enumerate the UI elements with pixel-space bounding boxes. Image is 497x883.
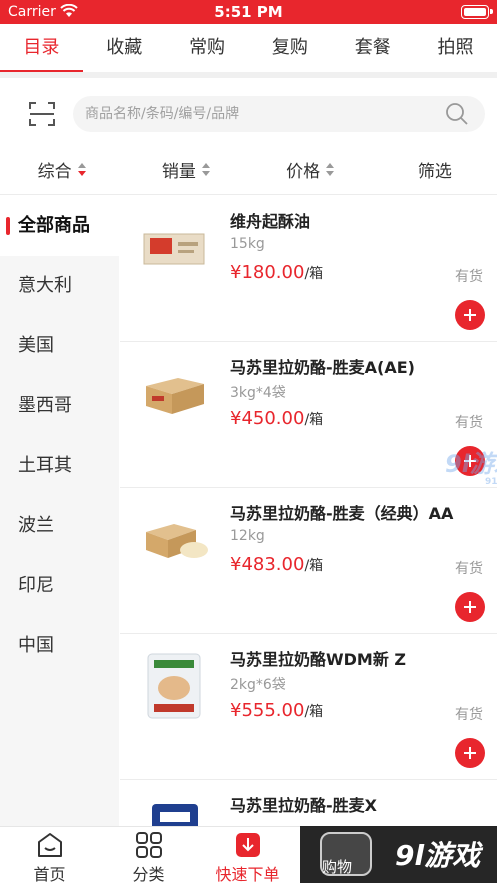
search-icon[interactable]	[445, 102, 469, 130]
grid-icon	[135, 832, 162, 858]
price-unit: /箱	[304, 266, 324, 282]
product-spec: 2kg*6袋	[230, 677, 286, 693]
product-item[interactable]: 维舟起酥油 15kg ¥180.00/箱 有货	[120, 196, 497, 342]
category-item-turkey[interactable]: 土耳其	[0, 436, 119, 496]
price-value: ¥483.00	[230, 554, 305, 575]
nav-quick-order[interactable]: 快速下单	[198, 827, 297, 883]
product-image	[138, 794, 210, 826]
watermark-sub: 91danji.com	[485, 477, 497, 487]
sort-arrows-icon	[326, 163, 335, 177]
status-bar: Carrier 5:51 PM	[0, 0, 497, 24]
search-bar[interactable]	[73, 96, 485, 132]
price-unit: /箱	[304, 558, 324, 574]
product-name: 马苏里拉奶酪-胜麦（经典）AA	[230, 504, 454, 523]
sort-price[interactable]: 价格	[249, 150, 373, 194]
sort-bar: 综合 销量 价格 筛选	[0, 150, 497, 194]
product-image	[138, 648, 210, 720]
stock-status: 有货	[455, 707, 483, 723]
clock: 5:51 PM	[214, 3, 283, 21]
top-tabs: 目录 收藏 常购 复购 套餐 拍照	[0, 24, 497, 74]
sort-comprehensive[interactable]: 综合	[0, 150, 124, 194]
filter-label: 筛选	[417, 162, 452, 182]
price-value: ¥180.00	[230, 262, 305, 283]
quick-order-icon	[235, 833, 260, 857]
nav-label: 首页	[33, 865, 66, 883]
product-name: 维舟起酥油	[230, 212, 311, 231]
product-price: ¥555.00/箱	[230, 700, 323, 721]
sort-label: 销量	[161, 162, 196, 182]
category-sidebar: 全部商品 意大利 美国 墨西哥 土耳其 波兰 印尼 中国	[0, 196, 119, 826]
watermark-main: 9l游戏	[445, 450, 497, 478]
nav-cart-label[interactable]: 购物	[322, 856, 352, 877]
product-price: ¥180.00/箱	[230, 262, 323, 283]
product-list: 维舟起酥油 15kg ¥180.00/箱 有货 马苏里拉奶酪-胜麦A(AE) 3…	[120, 196, 497, 826]
stock-status: 有货	[455, 269, 483, 285]
product-spec: 12kg	[230, 528, 265, 544]
divider	[0, 72, 497, 78]
product-name: 马苏里拉奶酪WDM新 Z	[230, 650, 407, 669]
battery-icon	[461, 5, 493, 19]
watermark-corner-text: 9l游戏	[395, 839, 481, 872]
tab-catalog[interactable]: 目录	[0, 24, 83, 74]
stock-status: 有货	[455, 415, 483, 431]
product-spec: 15kg	[230, 236, 265, 252]
product-item[interactable]: 马苏里拉奶酪-胜麦X	[120, 780, 497, 826]
price-value: ¥450.00	[230, 408, 305, 429]
sort-label: 价格	[286, 162, 321, 182]
product-item[interactable]: 马苏里拉奶酪-胜麦A(AE) 3kg*4袋 ¥450.00/箱 有货	[120, 342, 497, 488]
category-item-mexico[interactable]: 墨西哥	[0, 376, 119, 436]
sort-arrows-icon	[77, 163, 87, 177]
price-value: ¥555.00	[230, 700, 305, 721]
scan-icon[interactable]	[28, 100, 56, 128]
stock-status: 有货	[455, 561, 483, 577]
price-unit: /箱	[304, 412, 324, 428]
product-item[interactable]: 马苏里拉奶酪-胜麦（经典）AA 12kg ¥483.00/箱 有货	[120, 488, 497, 634]
product-item[interactable]: 马苏里拉奶酪WDM新 Z 2kg*6袋 ¥555.00/箱 有货	[120, 634, 497, 780]
category-item-china[interactable]: 中国	[0, 616, 119, 676]
sort-label: 综合	[37, 162, 72, 182]
product-image	[138, 502, 210, 574]
product-name: 马苏里拉奶酪-胜麦A(AE)	[230, 358, 415, 377]
product-spec: 3kg*4袋	[230, 385, 286, 401]
filter-button[interactable]: 筛选	[373, 150, 497, 194]
tab-repurchase[interactable]: 复购	[248, 24, 331, 74]
search-input[interactable]	[85, 96, 425, 132]
tab-frequent[interactable]: 常购	[166, 24, 249, 74]
nav-label: 快速下单	[215, 865, 280, 883]
product-price: ¥450.00/箱	[230, 408, 323, 429]
product-name: 马苏里拉奶酪-胜麦X	[230, 796, 377, 815]
add-to-cart-button[interactable]	[455, 592, 485, 622]
home-icon	[37, 833, 62, 857]
category-item-italy[interactable]: 意大利	[0, 256, 119, 316]
price-unit: /箱	[304, 704, 324, 720]
product-image	[138, 210, 210, 282]
product-price: ¥483.00/箱	[230, 554, 323, 575]
tab-favorites[interactable]: 收藏	[83, 24, 166, 74]
category-item-indonesia[interactable]: 印尼	[0, 556, 119, 616]
add-to-cart-button[interactable]	[455, 300, 485, 330]
category-item-poland[interactable]: 波兰	[0, 496, 119, 556]
category-item-usa[interactable]: 美国	[0, 316, 119, 376]
nav-label: 分类	[132, 865, 165, 883]
watermark: 9l游戏91danji.com	[445, 444, 497, 487]
divider	[0, 194, 497, 195]
nav-home[interactable]: 首页	[0, 827, 99, 883]
add-to-cart-button[interactable]	[455, 738, 485, 768]
tab-photo[interactable]: 拍照	[414, 24, 497, 74]
tab-packages[interactable]: 套餐	[331, 24, 414, 74]
sort-arrows-icon	[201, 163, 211, 177]
nav-category[interactable]: 分类	[99, 827, 198, 883]
product-image	[138, 356, 210, 428]
category-item-all[interactable]: 全部商品	[0, 196, 119, 256]
watermark-corner: 购物 9l游戏	[300, 826, 497, 883]
sort-sales[interactable]: 销量	[124, 150, 248, 194]
